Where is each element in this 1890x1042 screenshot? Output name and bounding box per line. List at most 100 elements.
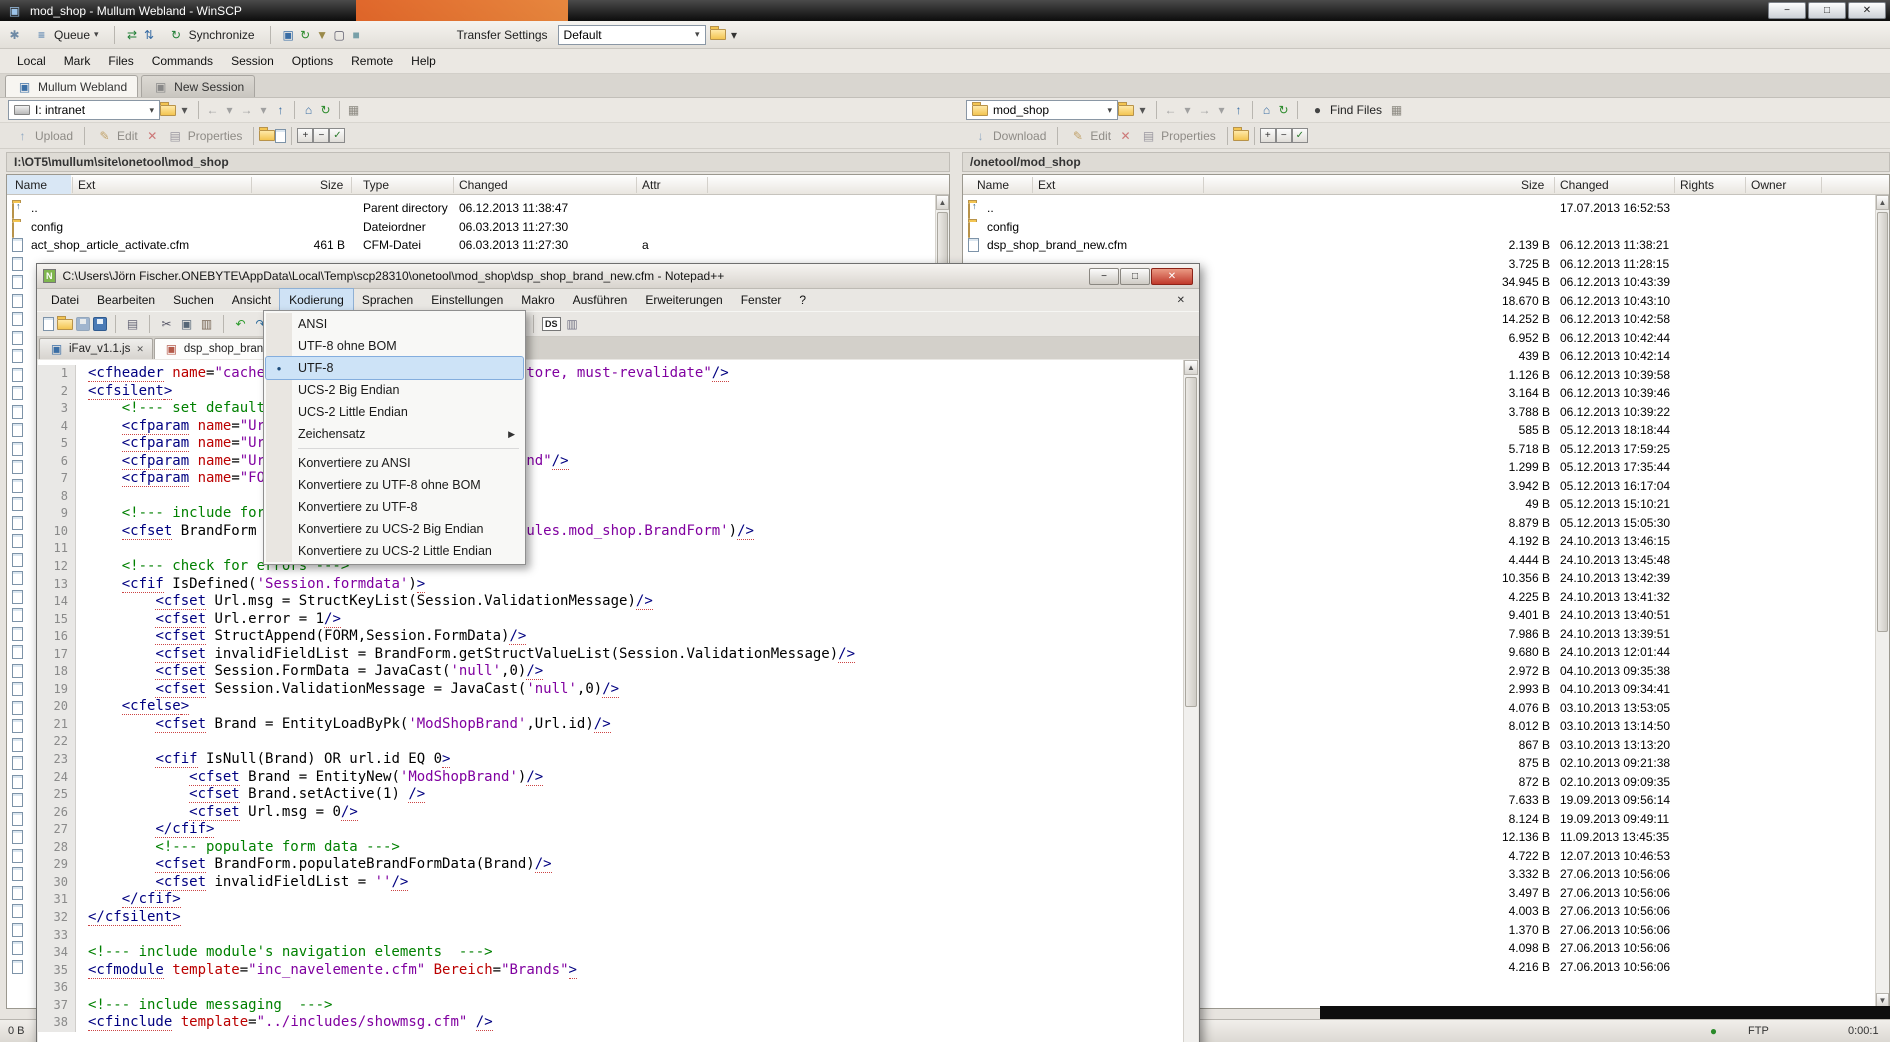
file-row-act-shop-article-activate-cfm[interactable]: act_shop_article_activate.cfm461 BCFM-Da…	[7, 236, 949, 255]
code-line-20[interactable]: 20 <cfelse>	[38, 698, 1183, 716]
remote-directory-select[interactable]: mod_shop ▾	[966, 100, 1118, 120]
new-directory-icon[interactable]	[259, 130, 275, 141]
scroll-up-icon[interactable]: ▲	[1876, 195, 1889, 210]
menu-item-ausf-hren[interactable]: Ausführen	[564, 289, 637, 311]
edit-button[interactable]: ✎ Edit	[90, 126, 144, 146]
root-directory-icon[interactable]: ⌂	[300, 102, 317, 118]
open-directory-icon[interactable]	[1118, 105, 1134, 116]
file-row-config[interactable]: configDateiordner06.03.2013 11:27:30	[7, 218, 949, 237]
notepadpp-icon[interactable]: N	[43, 269, 56, 283]
new-file-icon[interactable]	[43, 317, 54, 331]
paste-icon[interactable]: ▥	[198, 316, 215, 332]
code-line-34[interactable]: 34<!--- include module's navigation elem…	[38, 944, 1183, 962]
maximize-button[interactable]: □	[1808, 2, 1846, 19]
undo-icon[interactable]: ↶	[232, 316, 249, 332]
filter-icon[interactable]: ▼	[314, 27, 331, 43]
preset-caret-icon[interactable]: ▾	[726, 27, 743, 43]
winscp-title-bar[interactable]: ▣ mod_shop - Mullum Webland - WinSCP − □…	[0, 0, 1890, 21]
back-history-caret-icon[interactable]: ▾	[1179, 102, 1196, 118]
select-add-icon[interactable]: +	[1260, 128, 1276, 143]
open-file-icon[interactable]	[57, 319, 73, 330]
refresh-icon[interactable]: ↻	[1275, 102, 1292, 118]
code-line-13[interactable]: 13 <cfif IsDefined('Session.formdata')>	[38, 576, 1183, 594]
scroll-up-icon[interactable]: ▲	[1184, 360, 1198, 375]
cut-icon[interactable]: ✂	[158, 316, 175, 332]
close-button[interactable]: ✕	[1151, 268, 1193, 285]
encoding-menu-item-konvertiere-zu-ucs-2-big-endian[interactable]: Konvertiere zu UCS-2 Big Endian	[266, 518, 523, 540]
directory-tree-icon[interactable]: ▦	[1388, 102, 1405, 118]
console-icon[interactable]: ▢	[331, 27, 348, 43]
background-transfers-icon[interactable]: ■	[348, 27, 365, 43]
code-line-36[interactable]: 36	[38, 979, 1183, 997]
scroll-up-icon[interactable]: ▲	[936, 195, 949, 210]
select-toggle-icon[interactable]: ✓	[1292, 128, 1308, 143]
code-line-11[interactable]: 11	[38, 540, 1183, 558]
new-file-icon[interactable]	[275, 129, 286, 143]
code-line-26[interactable]: 26 <cfset Url.msg = 0/>	[38, 804, 1183, 822]
find-files-button[interactable]: ● Find Files	[1303, 100, 1388, 120]
local-drive-select[interactable]: I: intranet ▾	[8, 100, 160, 120]
synchronize-button[interactable]: ↻ Synchronize	[162, 25, 261, 45]
code-line-14[interactable]: 14 <cfset Url.msg = StructKeyList(Sessio…	[38, 593, 1183, 611]
code-line-12[interactable]: 12 <!--- check for errors --->	[38, 558, 1183, 576]
minimize-button[interactable]: −	[1089, 268, 1119, 285]
file-row-config[interactable]: config	[963, 218, 1889, 237]
menu-item-suchen[interactable]: Suchen	[164, 289, 223, 311]
code-line-22[interactable]: 22	[38, 733, 1183, 751]
menu-item-sprachen[interactable]: Sprachen	[353, 289, 422, 311]
save-all-icon[interactable]	[93, 317, 107, 331]
delete-icon[interactable]: ✕	[144, 128, 161, 144]
select-add-icon[interactable]: +	[297, 128, 313, 143]
session-tab-mullum-webland[interactable]: ▣ Mullum Webland	[5, 75, 138, 97]
open-directory-caret-icon[interactable]: ▾	[1134, 102, 1151, 118]
forward-icon[interactable]: →	[238, 102, 255, 118]
open-directory-icon[interactable]	[160, 105, 176, 116]
code-line-15[interactable]: 15 <cfset Url.error = 1/>	[38, 611, 1183, 629]
winscp-app-icon[interactable]: ▣	[6, 3, 23, 19]
code-line-5[interactable]: 5 <cfparam name="Url.msg" default="0"/>	[38, 435, 1183, 453]
download-button[interactable]: ↓ Download	[966, 126, 1052, 146]
code-line-9[interactable]: 9 <!--- include form component --->	[38, 505, 1183, 523]
npp-title-bar[interactable]: N C:\Users\Jörn Fischer.ONEBYTE\AppData\…	[37, 264, 1199, 289]
forward-icon[interactable]: →	[1196, 102, 1213, 118]
remote-scrollbar[interactable]: ▲ ▼	[1875, 195, 1889, 1008]
file-row-dsp-shop-brand-new-cfm[interactable]: dsp_shop_brand_new.cfm2.139 B06.12.2013 …	[963, 236, 1889, 255]
back-icon[interactable]: ←	[204, 102, 221, 118]
select-remove-icon[interactable]: −	[313, 128, 329, 143]
scrollbar-thumb[interactable]	[1877, 212, 1888, 632]
code-line-35[interactable]: 35<cfmodule template="inc_navelemente.cf…	[38, 962, 1183, 980]
keep-up-to-date-icon[interactable]: ⇄	[124, 27, 141, 43]
code-line-6[interactable]: 6 <cfparam name="Url.validationfield" de…	[38, 453, 1183, 471]
local-path-bar[interactable]: I:\OT5\mullum\site\onetool\mod_shop	[6, 152, 950, 172]
code-line-21[interactable]: 21 <cfset Brand = EntityLoadByPk('ModSho…	[38, 716, 1183, 734]
close-button[interactable]: ✕	[1848, 2, 1886, 19]
code-line-30[interactable]: 30 <cfset invalidFieldList = ''/>	[38, 874, 1183, 892]
menu-item-files[interactable]: Files	[99, 50, 142, 72]
code-line-7[interactable]: 7 <cfparam name="FORM.submitted" default…	[38, 470, 1183, 488]
home-directory-icon[interactable]: ⌂	[1258, 102, 1275, 118]
code-line-10[interactable]: 10 <cfset BrandForm = CreateObject('comp…	[38, 523, 1183, 541]
encoding-menu-item-ucs-2-big-endian[interactable]: UCS-2 Big Endian	[266, 379, 523, 401]
print-icon[interactable]: ▤	[124, 316, 141, 332]
menu-item-commands[interactable]: Commands	[143, 50, 222, 72]
dspellcheck-toggle[interactable]: DS	[542, 317, 561, 331]
code-line-8[interactable]: 8	[38, 488, 1183, 506]
code-line-33[interactable]: 33	[38, 927, 1183, 945]
remote-path-bar[interactable]: /onetool/mod_shop	[962, 152, 1890, 172]
properties-button[interactable]: ▤ Properties	[161, 126, 249, 146]
code-line-2[interactable]: 2<cfsilent>	[38, 383, 1183, 401]
menu-item-kodierung[interactable]: Kodierung	[280, 289, 353, 311]
code-line-18[interactable]: 18 <cfset Session.FormData = JavaCast('n…	[38, 663, 1183, 681]
select-toggle-icon[interactable]: ✓	[329, 128, 345, 143]
file-row-parent[interactable]: ..17.07.2013 16:52:53	[963, 199, 1889, 218]
transfer-settings-select[interactable]: Default ▾	[558, 25, 706, 45]
queue-button[interactable]: ≡ Queue ▾	[27, 25, 105, 45]
menu-item-einstellungen[interactable]: Einstellungen	[422, 289, 512, 311]
code-line-1[interactable]: 1<cfheader name="cache-control" value="n…	[38, 365, 1183, 383]
menu-item-datei[interactable]: Datei	[42, 289, 88, 311]
preset-folder-icon[interactable]	[710, 29, 726, 40]
select-remove-icon[interactable]: −	[1276, 128, 1292, 143]
encoding-menu-item-utf-8[interactable]: ●UTF-8	[266, 357, 523, 379]
maximize-button[interactable]: □	[1120, 268, 1150, 285]
open-directory-caret-icon[interactable]: ▾	[176, 102, 193, 118]
